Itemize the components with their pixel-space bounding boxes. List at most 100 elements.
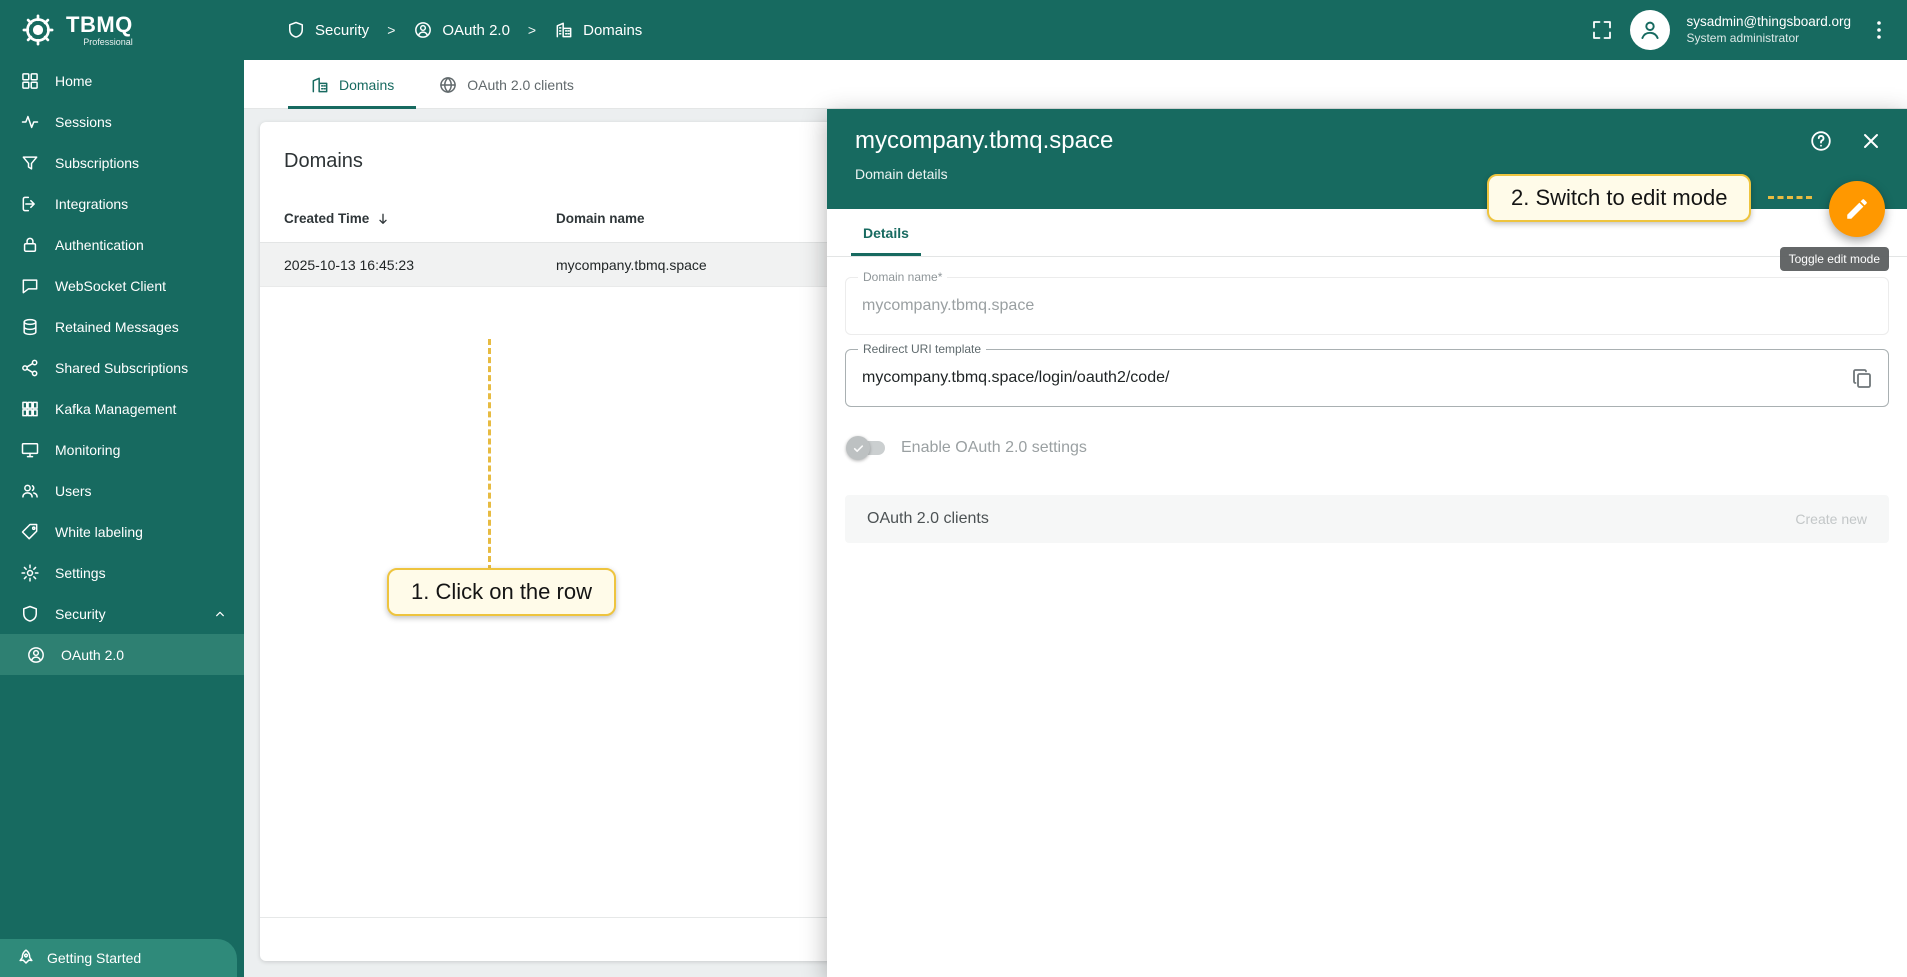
user-role: System administrator [1686, 31, 1851, 47]
edit-fab-button[interactable] [1829, 181, 1885, 237]
breadcrumb-label: Security [315, 22, 369, 39]
avatar[interactable] [1630, 10, 1670, 50]
tag-icon [20, 522, 40, 542]
tab-label: Domains [339, 77, 394, 93]
pencil-icon [1844, 196, 1870, 222]
column-label: Created Time [284, 211, 369, 226]
gear-icon [20, 563, 40, 583]
sidebar-item-users[interactable]: Users [0, 470, 244, 511]
sidebar-item-label: Users [55, 483, 92, 499]
column-domain-name[interactable]: Domain name [556, 211, 645, 226]
domain-name-label: Domain name* [858, 270, 947, 284]
sidebar-item-label: OAuth 2.0 [61, 647, 124, 663]
redirect-uri-field: Redirect URI template [845, 349, 1889, 407]
breadcrumb-separator: > [387, 22, 395, 38]
redirect-uri-label: Redirect URI template [858, 342, 986, 356]
sidebar-item-white-labeling[interactable]: White labeling [0, 511, 244, 552]
check-icon [852, 442, 865, 455]
user-circle-icon [26, 645, 46, 665]
panel-title: mycompany.tbmq.space [855, 127, 1879, 155]
user-email: sysadmin@thingsboard.org [1686, 13, 1851, 31]
sidebar-item-label: Retained Messages [55, 319, 179, 335]
sidebar-item-websocket-client[interactable]: WebSocket Client [0, 265, 244, 306]
tbmq-logo-icon [20, 12, 56, 48]
lock-icon [20, 235, 40, 255]
oauth-clients-section: OAuth 2.0 clients Create new [845, 495, 1889, 543]
database-icon [20, 317, 40, 337]
copy-icon-button[interactable] [1850, 367, 1874, 391]
sidebar: Home Sessions Subscriptions Integrations… [0, 60, 244, 977]
monitor-icon [20, 440, 40, 460]
user-icon [1637, 17, 1663, 43]
cell-domain-name: mycompany.tbmq.space [556, 257, 707, 273]
app-logo[interactable]: TBMQ Professional [0, 12, 244, 48]
app-root: TBMQ Professional Security > OAuth 2.0 > [0, 0, 1907, 977]
sidebar-item-retained-messages[interactable]: Retained Messages [0, 306, 244, 347]
top-bar: TBMQ Professional Security > OAuth 2.0 > [0, 0, 1907, 60]
chat-bubble-icon [20, 276, 40, 296]
sidebar-item-authentication[interactable]: Authentication [0, 224, 244, 265]
annotation-step2: 2. Switch to edit mode [1487, 174, 1751, 222]
shield-icon [286, 20, 306, 40]
tab-oauth-clients[interactable]: OAuth 2.0 clients [416, 60, 596, 109]
sidebar-item-security[interactable]: Security [0, 593, 244, 634]
rocket-icon [16, 948, 36, 968]
home-grid-icon [20, 71, 40, 91]
globe-icon [438, 75, 458, 95]
breadcrumb-oauth[interactable]: OAuth 2.0 [413, 20, 510, 40]
column-created-time[interactable]: Created Time [260, 211, 556, 227]
sidebar-item-label: WebSocket Client [55, 278, 166, 294]
modules-grid-icon [20, 399, 40, 419]
redirect-uri-input[interactable] [846, 350, 1832, 406]
pulse-icon [20, 112, 40, 132]
getting-started-button[interactable]: Getting Started [0, 939, 237, 977]
sidebar-item-home[interactable]: Home [0, 60, 244, 101]
create-new-button: Create new [1795, 511, 1867, 527]
top-bar-actions: sysadmin@thingsboard.org System administ… [1590, 10, 1907, 50]
close-icon[interactable] [1859, 129, 1883, 153]
sidebar-item-label: Home [55, 73, 92, 89]
breadcrumb-label: Domains [583, 22, 642, 39]
sidebar-item-integrations[interactable]: Integrations [0, 183, 244, 224]
tab-details[interactable]: Details [851, 209, 921, 256]
app-tagline: Professional [66, 38, 133, 47]
sidebar-item-shared-subscriptions[interactable]: Shared Subscriptions [0, 347, 244, 388]
domain-icon [554, 20, 574, 40]
chevron-up-icon [212, 606, 228, 622]
oauth-toggle [849, 441, 885, 455]
breadcrumb-security[interactable]: Security [286, 20, 369, 40]
shield-icon [20, 604, 40, 624]
sidebar-item-label: White labeling [55, 524, 143, 540]
sidebar-item-label: Subscriptions [55, 155, 139, 171]
help-icon[interactable] [1809, 129, 1833, 153]
sidebar-item-label: Settings [55, 565, 106, 581]
sidebar-item-label: Kafka Management [55, 401, 176, 417]
sidebar-item-label: Shared Subscriptions [55, 360, 188, 376]
tab-label: OAuth 2.0 clients [467, 77, 574, 93]
fullscreen-icon[interactable] [1590, 18, 1614, 42]
input-icon [20, 194, 40, 214]
app-name: TBMQ [66, 14, 133, 36]
sidebar-item-settings[interactable]: Settings [0, 552, 244, 593]
annotation-connector-dashes [1768, 196, 1812, 199]
kebab-menu-icon[interactable] [1867, 18, 1891, 42]
breadcrumb-domains[interactable]: Domains [554, 20, 642, 40]
sidebar-item-sessions[interactable]: Sessions [0, 101, 244, 142]
cell-created-time: 2025-10-13 16:45:23 [260, 257, 556, 273]
toggle-knob [846, 436, 870, 460]
breadcrumb-separator: > [528, 22, 536, 38]
page-tabs: Domains OAuth 2.0 clients [244, 60, 1907, 109]
details-panel: mycompany.tbmq.space Domain details Togg… [827, 109, 1907, 977]
sort-desc-icon [375, 211, 391, 227]
column-label: Domain name [556, 211, 645, 226]
breadcrumb: Security > OAuth 2.0 > Domains [286, 20, 642, 40]
sidebar-item-label: Sessions [55, 114, 112, 130]
tab-domains[interactable]: Domains [288, 60, 416, 109]
panel-body: Domain name* Redirect URI template Enabl… [827, 257, 1907, 977]
sidebar-item-monitoring[interactable]: Monitoring [0, 429, 244, 470]
sidebar-item-oauth[interactable]: OAuth 2.0 [0, 634, 244, 675]
sidebar-item-kafka-management[interactable]: Kafka Management [0, 388, 244, 429]
people-icon [20, 481, 40, 501]
annotation-connector-line [488, 339, 491, 571]
sidebar-item-subscriptions[interactable]: Subscriptions [0, 142, 244, 183]
